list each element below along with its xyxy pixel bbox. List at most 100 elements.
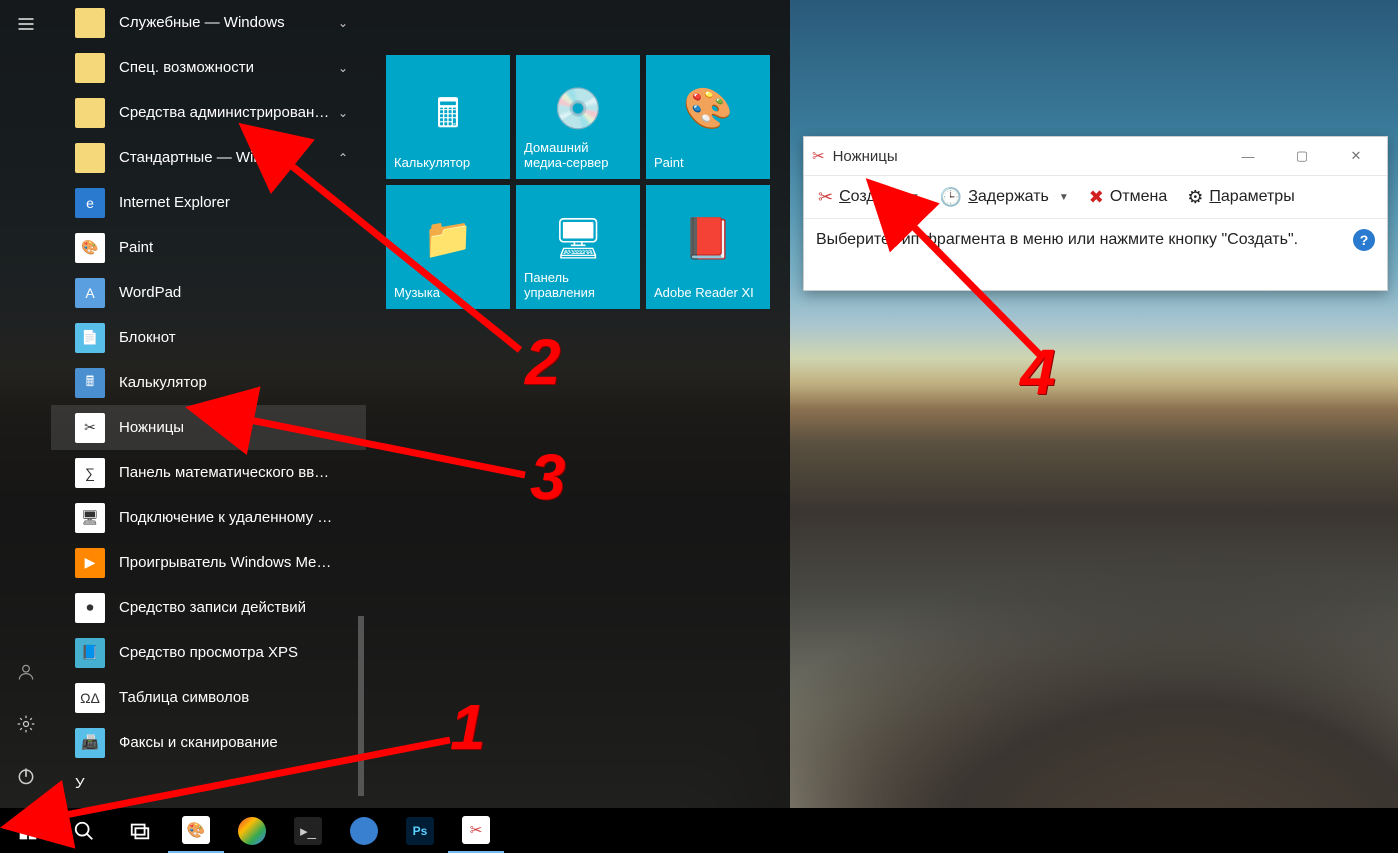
tile-icon: 💿 bbox=[516, 85, 640, 132]
app-label: Факсы и сканирование bbox=[119, 734, 366, 751]
app-label: Таблица символов bbox=[119, 689, 366, 706]
delay-button[interactable]: 🕒 Задержать ▼ bbox=[932, 183, 1077, 212]
scrollbar-thumb[interactable] bbox=[358, 616, 364, 796]
tile-1[interactable]: 💿 Домашний медиа-сервер bbox=[516, 55, 640, 179]
app-label: Ножницы bbox=[119, 419, 366, 436]
folder-label: Служебные — Windows bbox=[119, 14, 366, 31]
folder-icon bbox=[75, 143, 105, 173]
app-label: Блокнот bbox=[119, 329, 366, 346]
tile-icon: 🖥 bbox=[516, 215, 640, 262]
cancel-label: Отмена bbox=[1110, 188, 1167, 206]
app-row-charmap[interactable]: ΩΔ Таблица символов bbox=[51, 675, 366, 720]
folder-row-3[interactable]: Стандартные — Windows ⌃ bbox=[51, 135, 366, 180]
folder-label: Средства администрировани… bbox=[119, 104, 366, 121]
search-button[interactable] bbox=[56, 808, 112, 853]
taskbar-terminal[interactable]: ▸_ bbox=[280, 808, 336, 853]
start-menu: Служебные — Windows ⌄ Спец. возможности … bbox=[0, 0, 790, 808]
app-row-psr[interactable]: ⏺ Средство записи действий bbox=[51, 585, 366, 630]
tile-label: Калькулятор bbox=[394, 155, 502, 171]
user-icon[interactable] bbox=[12, 658, 40, 686]
rdp-icon: 🖥 bbox=[75, 503, 105, 533]
tile-icon: 📁 bbox=[386, 215, 510, 262]
paint-icon: 🎨 bbox=[75, 233, 105, 263]
scissors-icon: ✂ bbox=[812, 147, 825, 165]
cancel-button[interactable]: ✖ Отмена bbox=[1081, 183, 1176, 212]
charmap-icon: ΩΔ bbox=[75, 683, 105, 713]
tile-4[interactable]: 🖥 Панель управления bbox=[516, 185, 640, 309]
tile-icon: 📕 bbox=[646, 215, 770, 262]
help-icon[interactable]: ? bbox=[1353, 229, 1375, 251]
tile-label: Музыка bbox=[394, 285, 502, 301]
start-rail bbox=[0, 0, 51, 808]
folder-row-2[interactable]: Средства администрировани… ⌄ bbox=[51, 90, 366, 135]
snipping-tool-window: ✂ Ножницы — ▢ ✕ ✂ Создать ▼ 🕒 Задержать … bbox=[803, 136, 1388, 291]
taskbar-paint[interactable]: 🎨 bbox=[168, 808, 224, 853]
calc-icon: 🖩 bbox=[75, 368, 105, 398]
tile-label: Paint bbox=[654, 155, 762, 171]
hamburger-icon[interactable] bbox=[12, 10, 40, 38]
app-row-rdp[interactable]: 🖥 Подключение к удаленному ра… bbox=[51, 495, 366, 540]
taskbar-snipping[interactable]: ✂ bbox=[448, 808, 504, 853]
app-row-wmp[interactable]: ▶ Проигрыватель Windows Media bbox=[51, 540, 366, 585]
clock-icon: 🕒 bbox=[940, 187, 962, 208]
start-button[interactable] bbox=[0, 808, 56, 853]
app-row-snip[interactable]: ✂ Ножницы bbox=[51, 405, 366, 450]
app-row-calc[interactable]: 🖩 Калькулятор bbox=[51, 360, 366, 405]
tile-0[interactable]: 🖩 Калькулятор bbox=[386, 55, 510, 179]
taskbar: 🎨 ▸_ Ps ✂ bbox=[0, 808, 1398, 853]
app-label: WordPad bbox=[119, 284, 366, 301]
taskbar-photoshop[interactable]: Ps bbox=[392, 808, 448, 853]
tile-3[interactable]: 📁 Музыка bbox=[386, 185, 510, 309]
wmp-icon: ▶ bbox=[75, 548, 105, 578]
app-row-math[interactable]: ∑ Панель математического ввода bbox=[51, 450, 366, 495]
tile-2[interactable]: 🎨 Paint bbox=[646, 55, 770, 179]
maximize-button[interactable]: ▢ bbox=[1279, 141, 1325, 171]
params-button[interactable]: ⚙ Параметры bbox=[1179, 183, 1302, 212]
power-icon[interactable] bbox=[12, 762, 40, 790]
snip-hint: Выберите тип фрагмента в меню или нажмит… bbox=[804, 219, 1387, 261]
tile-icon: 🖩 bbox=[386, 85, 510, 153]
close-button[interactable]: ✕ bbox=[1333, 141, 1379, 171]
chevron-down-icon: ⌄ bbox=[338, 106, 348, 120]
folder-label: Стандартные — Windows bbox=[119, 149, 366, 166]
chevron-down-icon[interactable]: ▼ bbox=[906, 192, 920, 203]
task-view-button[interactable] bbox=[112, 808, 168, 853]
math-icon: ∑ bbox=[75, 458, 105, 488]
app-label: Internet Explorer bbox=[119, 194, 366, 211]
fax-icon: 📠 bbox=[75, 728, 105, 758]
psr-icon: ⏺ bbox=[75, 593, 105, 623]
snip-toolbar: ✂ Создать ▼ 🕒 Задержать ▼ ✖ Отмена ⚙ Пар… bbox=[804, 175, 1387, 219]
chevron-down-icon: ⌄ bbox=[338, 16, 348, 30]
app-row-fax[interactable]: 📠 Факсы и сканирование bbox=[51, 720, 366, 765]
taskbar-app-blue[interactable] bbox=[336, 808, 392, 853]
snip-icon: ✂ bbox=[75, 413, 105, 443]
settings-icon[interactable] bbox=[12, 710, 40, 738]
chevron-down-icon[interactable]: ▼ bbox=[1055, 192, 1069, 203]
start-app-list: Служебные — Windows ⌄ Спец. возможности … bbox=[51, 0, 366, 808]
tile-label: Панель управления bbox=[524, 270, 632, 301]
chevron-down-icon: ⌄ bbox=[338, 61, 348, 75]
tile-icon: 🎨 bbox=[646, 85, 770, 132]
app-row-notepad[interactable]: 📄 Блокнот bbox=[51, 315, 366, 360]
app-row-ie[interactable]: e Internet Explorer bbox=[51, 180, 366, 225]
folder-label: Спец. возможности bbox=[119, 59, 366, 76]
minimize-button[interactable]: — bbox=[1225, 141, 1271, 171]
xps-icon: 📘 bbox=[75, 638, 105, 668]
folder-row-1[interactable]: Спец. возможности ⌄ bbox=[51, 45, 366, 90]
folder-row-0[interactable]: Служебные — Windows ⌄ bbox=[51, 0, 366, 45]
app-row-xps[interactable]: 📘 Средство просмотра XPS bbox=[51, 630, 366, 675]
taskbar-chrome[interactable] bbox=[224, 808, 280, 853]
app-row-wordpad[interactable]: A WordPad bbox=[51, 270, 366, 315]
params-label: Параметры bbox=[1209, 188, 1294, 206]
delay-label: Задержать bbox=[968, 188, 1049, 206]
titlebar[interactable]: ✂ Ножницы — ▢ ✕ bbox=[804, 137, 1387, 175]
create-button[interactable]: ✂ Создать ▼ bbox=[810, 183, 928, 212]
letter-header[interactable]: У bbox=[51, 765, 366, 801]
app-label: Средство просмотра XPS bbox=[119, 644, 366, 661]
app-row-paint[interactable]: 🎨 Paint bbox=[51, 225, 366, 270]
app-label: Проигрыватель Windows Media bbox=[119, 554, 366, 571]
tile-5[interactable]: 📕 Adobe Reader XI bbox=[646, 185, 770, 309]
start-tiles: 🖩 Калькулятор💿 Домашний медиа-сервер🎨 Pa… bbox=[366, 0, 790, 808]
tile-label: Домашний медиа-сервер bbox=[524, 140, 632, 171]
app-label: Paint bbox=[119, 239, 366, 256]
